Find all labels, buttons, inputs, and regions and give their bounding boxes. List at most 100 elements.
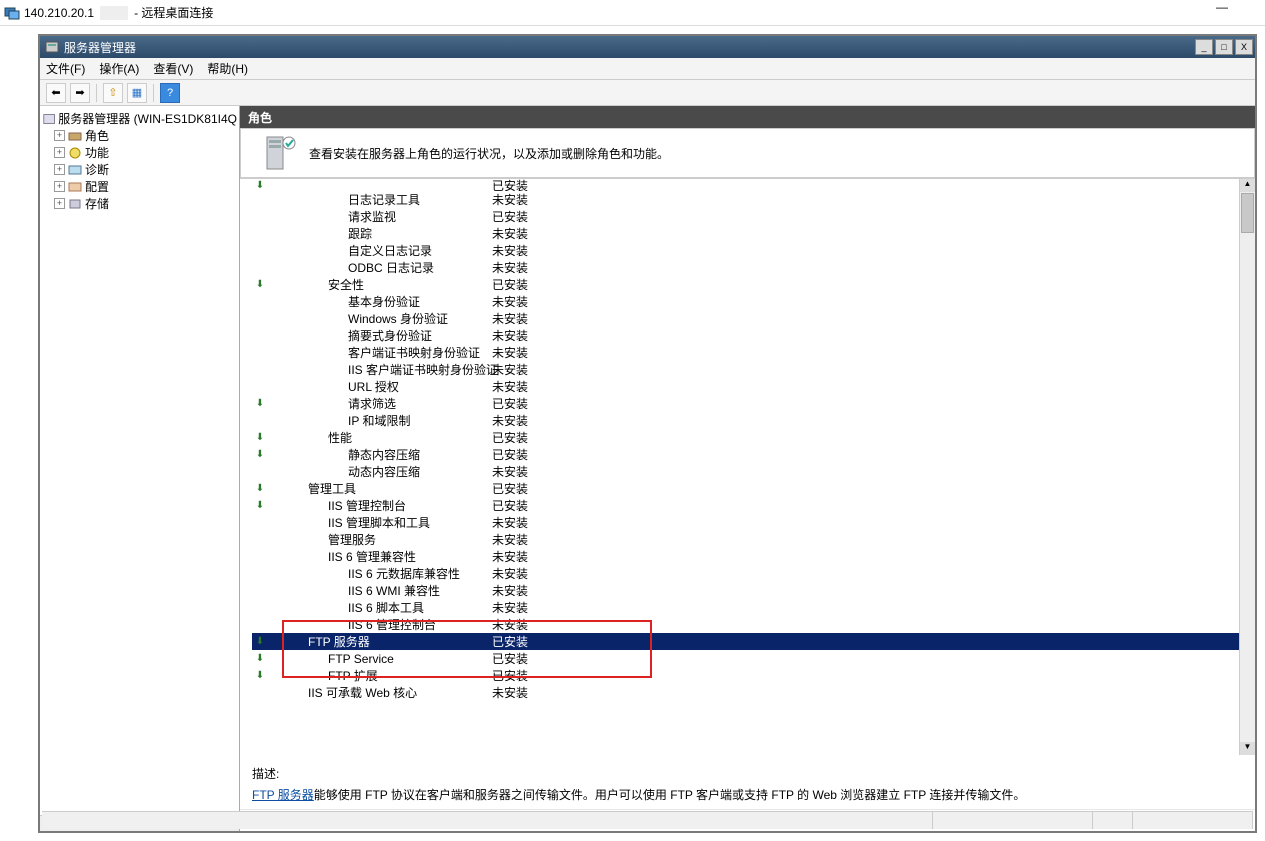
description-text: FTP 服务器能够使用 FTP 协议在客户端和服务器之间传输文件。用户可以使用 … [252,786,1237,803]
role-status: 未安装 [492,565,528,582]
menu-action[interactable]: 操作(A) [99,60,139,77]
role-row[interactable]: ⬇请求筛选已安装 [252,395,1239,412]
role-name: IIS 管理脚本和工具 [268,514,430,531]
scroll-up-arrow[interactable]: ▲ [1240,179,1255,192]
tree-roles[interactable]: + 角色 [42,127,237,144]
expand-icon[interactable]: + [54,181,65,192]
role-status: 未安装 [492,582,528,599]
role-row[interactable]: Windows 身份验证未安装 [252,310,1239,327]
role-status: 未安装 [492,225,528,242]
installed-icon: ⬇ [252,483,268,494]
tree-features[interactable]: + 功能 [42,144,237,161]
role-name: 管理服务 [268,531,376,548]
role-row[interactable]: ⬇FTP 服务器已安装 [252,633,1239,650]
role-row[interactable]: 请求监视已安装 [252,208,1239,225]
tree-config[interactable]: + 配置 [42,178,237,195]
role-name: 跟踪 [268,225,372,242]
tree-diagnostics[interactable]: + 诊断 [42,161,237,178]
toolbar: ⬅ ➡ ⇧ ▦ ? [40,80,1255,106]
role-status: 已安装 [492,497,528,514]
role-row[interactable]: IIS 管理脚本和工具未安装 [252,514,1239,531]
rdp-suffix: - 远程桌面连接 [134,4,213,21]
menu-help[interactable]: 帮助(H) [207,60,248,77]
role-row[interactable]: ⬇性能已安装 [252,429,1239,446]
role-row[interactable]: IIS 6 管理控制台未安装 [252,616,1239,633]
role-status: 未安装 [492,599,528,616]
role-row[interactable]: 摘要式身份验证未安装 [252,327,1239,344]
role-name: 安全性 [268,276,364,293]
window-title: 服务器管理器 [64,39,136,56]
role-name: 动态内容压缩 [268,463,420,480]
role-name: 静态内容压缩 [268,446,420,463]
expand-icon[interactable]: + [54,198,65,209]
up-button[interactable]: ⇧ [103,83,123,103]
role-name: FTP Service [268,652,394,666]
description-label: 描述: [252,765,1237,782]
role-row[interactable]: IIS 6 WMI 兼容性未安装 [252,582,1239,599]
minimize-button[interactable]: _ [1195,39,1213,55]
description-link[interactable]: FTP 服务器 [252,788,314,802]
installed-icon: ⬇ [252,279,268,290]
role-row[interactable]: 动态内容压缩未安装 [252,463,1239,480]
role-row[interactable]: ODBC 日志记录 未安装 [252,259,1239,276]
menu-file[interactable]: 文件(F) [46,60,85,77]
role-row[interactable]: ⬇FTP 扩展已安装 [252,667,1239,684]
role-name: 管理工具 [268,480,356,497]
role-row[interactable]: IIS 6 管理兼容性 未安装 [252,548,1239,565]
scroll-down-arrow[interactable]: ▼ [1240,742,1255,755]
role-name: Windows 身份验证 [268,310,448,327]
role-row[interactable]: 日志记录工具未安装 [252,191,1239,208]
expand-icon[interactable]: + [54,130,65,141]
role-row[interactable]: ⬇静态内容压缩已安装 [252,446,1239,463]
features-icon [67,146,83,160]
menu-view[interactable]: 查看(V) [153,60,193,77]
role-name: ODBC 日志记录 [268,259,434,276]
role-row[interactable]: IIS 6 元数据库兼容性未安装 [252,565,1239,582]
back-button[interactable]: ⬅ [46,83,66,103]
scroll-thumb[interactable] [1241,193,1254,233]
role-row[interactable]: 基本身份验证未安装 [252,293,1239,310]
role-status: 已安装 [492,179,528,191]
role-row[interactable]: IIS 6 脚本工具 未安装 [252,599,1239,616]
installed-icon: ⬇ [252,670,268,681]
role-row[interactable]: IIS 可承载 Web 核心未安装 [252,684,1239,701]
role-status: 已安装 [492,395,528,412]
maximize-button[interactable]: □ [1215,39,1233,55]
role-row[interactable]: ⬇已安装 [252,179,1239,191]
properties-button[interactable]: ▦ [127,83,147,103]
role-row[interactable]: URL 授权未安装 [252,378,1239,395]
rdp-minimize-button[interactable]: — [1209,0,1235,20]
tree-root[interactable]: 服务器管理器 (WIN-ES1DK81I4Q [42,110,237,127]
role-status: 已安装 [492,446,528,463]
role-status: 未安装 [492,378,528,395]
forward-button[interactable]: ➡ [70,83,90,103]
menu-bar: 文件(F) 操作(A) 查看(V) 帮助(H) [40,58,1255,80]
help-button[interactable]: ? [160,83,180,103]
banner-text: 查看安装在服务器上角色的运行状况，以及添加或删除角色和功能。 [309,145,669,162]
role-row[interactable]: ⬇安全性已安装 [252,276,1239,293]
v-scrollbar[interactable]: ▲ ▼ [1239,179,1255,755]
role-status: 未安装 [492,548,528,565]
role-status: 未安装 [492,616,528,633]
role-row[interactable]: ⬇管理工具 已安装 [252,480,1239,497]
role-name: IIS 6 脚本工具 [268,599,424,616]
role-row[interactable]: 客户端证书映射身份验证未安装 [252,344,1239,361]
role-row[interactable]: 管理服务未安装 [252,531,1239,548]
role-name: IP 和域限制 [268,412,410,429]
role-row[interactable]: ⬇FTP Service已安装 [252,650,1239,667]
role-row[interactable]: 跟踪 未安装 [252,225,1239,242]
role-row[interactable]: IIS 客户端证书映射身份验证未安装 [252,361,1239,378]
expand-icon[interactable]: + [54,147,65,158]
tree-storage[interactable]: + 存储 [42,195,237,212]
role-status: 已安装 [492,480,528,497]
role-row[interactable]: ⬇IIS 管理控制台已安装 [252,497,1239,514]
info-banner: 查看安装在服务器上角色的运行状况，以及添加或删除角色和功能。 [240,128,1255,178]
role-row[interactable]: IP 和域限制未安装 [252,412,1239,429]
role-status: 未安装 [492,259,528,276]
role-status: 已安装 [492,633,528,650]
role-row[interactable]: 自定义日志记录未安装 [252,242,1239,259]
close-button[interactable]: X [1235,39,1253,55]
expand-icon[interactable]: + [54,164,65,175]
role-name: IIS 6 管理兼容性 [268,548,416,565]
window-titlebar[interactable]: 服务器管理器 _ □ X [40,36,1255,58]
